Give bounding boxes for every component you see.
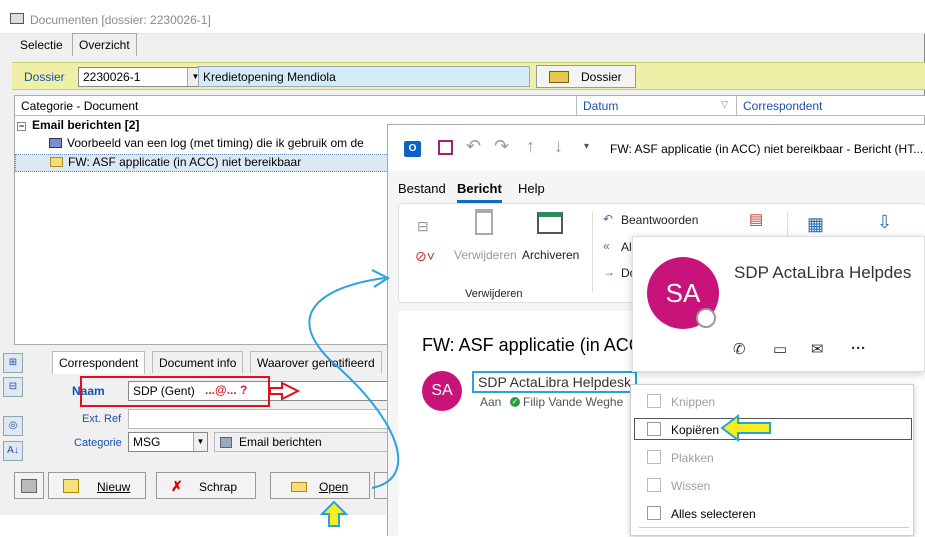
yellow-arrow-up-icon	[319, 500, 349, 527]
red-arrow-icon	[269, 381, 301, 401]
annotation-curve	[308, 277, 400, 489]
yellow-arrow-left-icon	[720, 414, 771, 442]
annotation-overlay	[269, 269, 771, 527]
